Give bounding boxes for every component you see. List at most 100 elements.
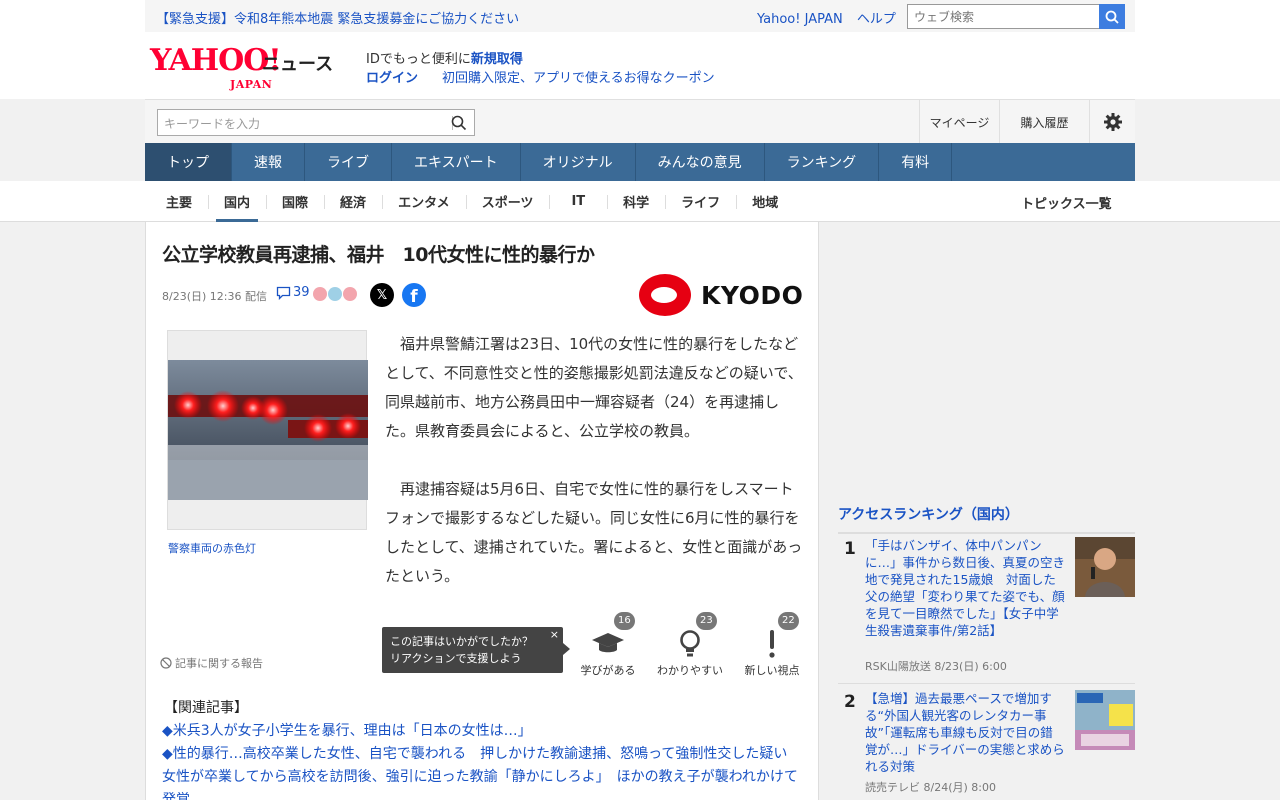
reaction-learn-button[interactable]: 16 学びがある: [568, 612, 648, 678]
web-search-button[interactable]: [1099, 4, 1125, 29]
article-paragraph: 福井県警鯖江署は23日、10代の女性に性的暴行をしたなどとして、不同意性交と性的…: [385, 335, 803, 440]
keyword-search-input[interactable]: キーワードを入力: [164, 117, 260, 131]
reaction-new-view-button[interactable]: 22 新しい視点: [732, 612, 812, 678]
nav-opinions[interactable]: みんなの意見: [636, 143, 765, 181]
top-bar-inner: 【緊急支援】令和8年熊本地震 緊急支援募金にご協力ください Yahoo! JAP…: [145, 0, 1135, 32]
reaction-count: 23: [696, 612, 717, 630]
related-link[interactable]: ◆米兵3人が女子小学生を暴行、理由は「日本の女性は…」: [162, 720, 802, 743]
reaction-count: 16: [614, 612, 635, 630]
nav-live[interactable]: ライブ: [305, 143, 392, 181]
search-row: キーワードを入力 マイページ 購入履歴: [145, 99, 1135, 144]
ranking-item[interactable]: 1 「手はバンザイ、体中パンパンに…」事件から数日後、真夏の空き地で発見された1…: [838, 537, 1135, 677]
reaction-label: わかりやすい: [657, 664, 723, 677]
comment-count: 39: [293, 285, 310, 300]
search-icon[interactable]: [450, 114, 468, 132]
tooltip-close-button[interactable]: ×: [550, 626, 559, 643]
category-nav: 主要 国内 国際 経済 エンタメ スポーツ IT 科学 ライフ 地域 トピックス…: [0, 181, 1280, 222]
ranking-heading[interactable]: アクセスランキング（国内）: [838, 504, 1135, 534]
ranking-item[interactable]: 2 【急増】過去最悪ペースで増加する“外国人観光客のレンタカー事故”「運転席も車…: [838, 690, 1135, 800]
web-search-input[interactable]: [907, 4, 1100, 29]
graduation-cap-icon: [592, 633, 624, 653]
news-logo-text: ニュース: [262, 54, 334, 75]
face-icon: [343, 287, 357, 301]
nav-top[interactable]: トップ: [145, 143, 232, 181]
related-link[interactable]: ◆性的暴行…高校卒業した女性、自宅で襲われる 押しかけた教諭逮捕、怒鳴って強制性…: [162, 743, 802, 800]
ranking-divider: [838, 683, 1135, 684]
reaction-clear-button[interactable]: 23 わかりやすい: [650, 612, 730, 678]
kyodo-mark-icon: [639, 274, 691, 316]
top-links: Yahoo! JAPAN ヘルプ: [757, 8, 906, 27]
person-photo: [1075, 537, 1135, 597]
gear-icon: [1103, 113, 1122, 131]
mypage-link[interactable]: マイページ: [919, 100, 999, 144]
rank-number: 1: [844, 539, 856, 559]
nav-paid[interactable]: 有料: [879, 143, 953, 181]
category-science[interactable]: 科学: [607, 181, 665, 222]
related-list: ◆米兵3人が女子小学生を暴行、理由は「日本の女性は…」 ◆性的暴行…高校卒業した…: [162, 720, 802, 800]
police-light-image: [168, 360, 368, 500]
purchase-history-link[interactable]: 購入履歴: [999, 100, 1089, 144]
main-nav: トップ 速報 ライブ エキスパート オリジナル みんなの意見 ランキング 有料: [145, 143, 1135, 181]
logo-main-text: YAHOO!: [150, 43, 282, 78]
promo-text: IDでもっと便利に: [366, 52, 471, 67]
category-local[interactable]: 地域: [736, 181, 794, 222]
article-body: 福井県警鯖江署は23日、10代の女性に性的暴行をしたなどとして、不同意性交と性的…: [385, 330, 805, 620]
login-link[interactable]: ログイン: [366, 71, 418, 86]
report-label: 記事に関する報告: [175, 657, 263, 670]
rank-source: RSK山陽放送 8/23(日) 6:00: [865, 660, 1007, 673]
reaction-tooltip: この記事はいかがでしたか？ リアクションで支援しよう ×: [382, 626, 570, 673]
logo-sub-text: JAPAN: [230, 78, 273, 91]
article-meta: 8/23(日) 12:36 配信: [162, 288, 267, 304]
delivery-label: 配信: [244, 290, 267, 303]
site-header: YAHOO! JAPAN ニュース IDでもっと便利に新規取得 ログイン 初回購入…: [0, 32, 1280, 99]
article-title: 公立学校教員再逮捕、福井 10代女性に性的暴行か: [162, 244, 595, 266]
lightbulb-icon: [680, 630, 700, 657]
rank-source: 読売テレビ 8/24(月) 8:00: [865, 781, 996, 794]
register-link[interactable]: 新規取得: [471, 52, 523, 67]
tooltip-line1: この記事はいかがでしたか？: [390, 635, 533, 648]
keyword-search-box[interactable]: キーワードを入力: [157, 109, 475, 136]
rank-title[interactable]: 「手はバンザイ、体中パンパンに…」事件から数日後、真夏の空き地で発見された15歳…: [865, 537, 1065, 639]
publisher-logo[interactable]: KYODO: [639, 274, 803, 316]
comments-link[interactable]: 39: [276, 285, 310, 300]
reaction-faces: [313, 287, 358, 301]
promo-line: IDでもっと便利に新規取得: [366, 48, 523, 67]
rank-thumbnail: [1075, 690, 1135, 750]
photo-caption[interactable]: 警察車両の赤色灯: [168, 540, 256, 556]
share-facebook-button[interactable]: f: [402, 283, 426, 307]
report-article-link[interactable]: 記事に関する報告: [160, 655, 263, 671]
yahoo-logo[interactable]: YAHOO! JAPAN: [150, 43, 282, 92]
category-sports[interactable]: スポーツ: [465, 181, 550, 222]
nav-breaking[interactable]: 速報: [232, 143, 305, 181]
nav-expert[interactable]: エキスパート: [392, 143, 521, 181]
article-panel: 公立学校教員再逮捕、福井 10代女性に性的暴行か 8/23(日) 12:36 配…: [145, 222, 819, 800]
category-entertainment[interactable]: エンタメ: [382, 181, 466, 222]
yahoo-japan-link[interactable]: Yahoo! JAPAN: [757, 12, 843, 27]
coupon-link[interactable]: 初回購入限定、アプリで使えるお得なクーポン: [442, 71, 715, 86]
category-main[interactable]: 主要: [150, 181, 208, 222]
category-domestic[interactable]: 国内: [208, 181, 266, 222]
comment-icon: [276, 286, 291, 300]
category-economy[interactable]: 経済: [324, 181, 382, 222]
category-list: 主要 国内 国際 経済 エンタメ スポーツ IT 科学 ライフ 地域: [150, 181, 794, 222]
help-link[interactable]: ヘルプ: [857, 12, 896, 27]
emergency-banner-link[interactable]: 【緊急支援】令和8年熊本地震 緊急支援募金にご協力ください: [156, 8, 519, 27]
face-icon: [328, 287, 342, 301]
tv-caption-photo: [1075, 690, 1135, 750]
category-it[interactable]: IT: [549, 181, 607, 222]
category-international[interactable]: 国際: [266, 181, 324, 222]
nav-original[interactable]: オリジナル: [521, 143, 636, 181]
topics-list-link[interactable]: トピックス一覧: [1021, 193, 1112, 212]
reaction-label: 新しい視点: [744, 664, 800, 677]
tooltip-line2: リアクションで支援しよう: [390, 652, 522, 665]
nav-ranking[interactable]: ランキング: [765, 143, 880, 181]
reaction-count: 22: [778, 612, 799, 630]
settings-button[interactable]: [1089, 100, 1135, 144]
article-datetime: 8/23(日) 12:36: [162, 290, 242, 303]
category-life[interactable]: ライフ: [665, 181, 736, 222]
share-x-button[interactable]: 𝕏: [370, 283, 394, 307]
article-photo[interactable]: [167, 330, 368, 530]
rank-title[interactable]: 【急増】過去最悪ペースで増加する“外国人観光客のレンタカー事故”「運転席も車線も…: [865, 690, 1065, 775]
login-line: ログイン 初回購入限定、アプリで使えるお得なクーポン: [366, 67, 715, 86]
publisher-name: KYODO: [701, 280, 804, 310]
